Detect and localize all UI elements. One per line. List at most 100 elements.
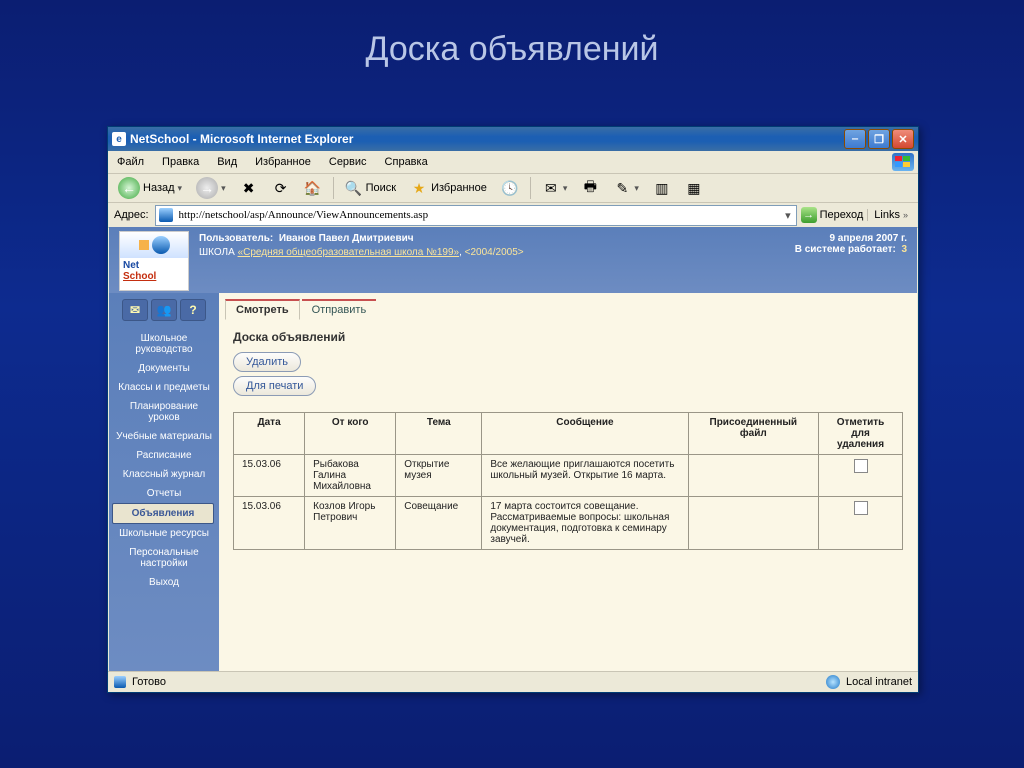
sidebar-item-7[interactable]: Отчеты [112, 484, 216, 503]
sidebar-item-11[interactable]: Выход [112, 573, 216, 592]
menu-tools[interactable]: Сервис [320, 151, 376, 173]
tab-view[interactable]: Смотреть [225, 299, 300, 320]
table-row: 15.03.06Козлов Игорь ПетровичСовещание17… [234, 497, 903, 550]
sidebar-item-0[interactable]: Школьное руководство [112, 329, 216, 359]
ie-icon: e [112, 132, 126, 146]
cell-file [688, 497, 819, 550]
favorites-button[interactable]: ★ Избранное [404, 176, 493, 200]
stop-icon: ✖ [240, 179, 258, 197]
menu-file[interactable]: Файл [108, 151, 153, 173]
menu-edit[interactable]: Правка [153, 151, 208, 173]
flag-icon: ▦ [685, 179, 703, 197]
page-icon [114, 676, 126, 688]
refresh-icon: ⟳ [272, 179, 290, 197]
sidebar-item-1[interactable]: Документы [112, 359, 216, 378]
search-label: Поиск [366, 182, 396, 194]
col-date: Дата [234, 413, 305, 455]
star-icon: ★ [410, 179, 428, 197]
home-button[interactable]: 🏠 [298, 176, 328, 200]
delete-button[interactable]: Удалить [233, 352, 301, 372]
sidebar-item-8[interactable]: Объявления [112, 503, 214, 524]
envelope-icon[interactable]: ✉ [122, 299, 148, 321]
close-button[interactable]: ✕ [892, 129, 914, 149]
menubar: Файл Правка Вид Избранное Сервис Справка [108, 151, 918, 174]
extra-button[interactable]: ▥ [647, 176, 677, 200]
cell-from: Рыбакова Галина Михайловна [305, 455, 396, 497]
print-button[interactable]: 🖶 [575, 176, 605, 200]
edit-button[interactable]: ✎▾ [607, 176, 645, 200]
page-content: NetSchool Пользователь: Иванов Павел Дми… [109, 227, 917, 672]
print-icon: 🖶 [581, 179, 599, 197]
search-button[interactable]: 🔍 Поиск [339, 176, 402, 200]
help-icon[interactable]: ? [180, 299, 206, 321]
main-panel: Смотреть Отправить Доска объявлений Удал… [219, 293, 917, 672]
page-title: Доска объявлений [233, 330, 903, 344]
go-label: Переход [820, 209, 864, 221]
cell-from: Козлов Игорь Петрович [305, 497, 396, 550]
zone-icon [826, 675, 840, 689]
sidebar-item-4[interactable]: Учебные материалы [112, 427, 216, 446]
refresh-button[interactable]: ⟳ [266, 176, 296, 200]
restore-button[interactable]: ❐ [868, 129, 890, 149]
zone-text: Local intranet [846, 676, 912, 688]
sidebar-item-6[interactable]: Классный журнал [112, 465, 216, 484]
chevron-down-icon: ▾ [221, 183, 226, 194]
address-bar: Адрес: ▾ → Переход Links » [108, 203, 918, 228]
history-button[interactable]: 🕓 [495, 176, 525, 200]
cell-message: 17 марта состоится совещание. Рассматрив… [482, 497, 688, 550]
cell-message: Все желающие приглашаются посетить школь… [482, 455, 688, 497]
menu-fav[interactable]: Избранное [246, 151, 320, 173]
chevron-right-icon: » [903, 210, 908, 220]
col-file: Присоединенный файл [688, 413, 819, 455]
tab-send[interactable]: Отправить [302, 299, 377, 320]
browser-window: e NetSchool - Microsoft Internet Explore… [107, 126, 919, 693]
forward-button[interactable]: → ▾ [190, 176, 232, 200]
box-icon: ▥ [653, 179, 671, 197]
delete-checkbox[interactable] [854, 501, 868, 515]
address-input-container: ▾ [155, 205, 797, 226]
page-header: NetSchool Пользователь: Иванов Павел Дми… [109, 227, 917, 293]
user-name: Иванов Павел Дмитриевич [279, 233, 414, 244]
menu-view[interactable]: Вид [208, 151, 246, 173]
sidebar-item-9[interactable]: Школьные ресурсы [112, 524, 216, 543]
user-label: Пользователь: [199, 233, 273, 244]
school-prefix: ШКОЛА [199, 247, 235, 258]
sidebar-item-5[interactable]: Расписание [112, 446, 216, 465]
current-date: 9 апреля 2007 г. [795, 233, 907, 244]
go-button[interactable]: → Переход [801, 207, 864, 223]
edit-icon: ✎ [613, 179, 631, 197]
extra2-button[interactable]: ▦ [679, 176, 709, 200]
cell-subject: Открытие музея [396, 455, 482, 497]
status-bar: Готово Local intranet [108, 671, 918, 692]
slide-title: Доска объявлений [0, 0, 1024, 89]
col-mark: Отметить для удаления [819, 413, 903, 455]
print-button[interactable]: Для печати [233, 376, 316, 396]
col-subject: Тема [396, 413, 482, 455]
sidebar-icon-row: ✉ 👥 ? [122, 299, 206, 321]
sidebar-item-2[interactable]: Классы и предметы [112, 378, 216, 397]
mail-button[interactable]: ✉▾ [536, 176, 574, 200]
sidebar-item-3[interactable]: Планирование уроков [112, 397, 216, 427]
school-link[interactable]: «Средняя общеобразовательная школа №199» [238, 247, 460, 258]
menu-help[interactable]: Справка [376, 151, 437, 173]
sys-users-label: В системе работает: [795, 244, 896, 255]
cell-date: 15.03.06 [234, 497, 305, 550]
chevron-down-icon[interactable]: ▾ [783, 209, 793, 222]
back-icon: ← [118, 177, 140, 199]
links-toolbar[interactable]: Links » [867, 209, 914, 221]
cell-file [688, 455, 819, 497]
address-label: Адрес: [112, 209, 151, 221]
favorites-label: Избранное [431, 182, 487, 194]
sidebar-item-10[interactable]: Персональные настройки [112, 543, 216, 573]
mail-icon: ✉ [542, 179, 560, 197]
netschool-logo: NetSchool [119, 231, 189, 291]
delete-checkbox[interactable] [854, 459, 868, 473]
stop-button[interactable]: ✖ [234, 176, 264, 200]
table-row: 15.03.06Рыбакова Галина МихайловнаОткрыт… [234, 455, 903, 497]
back-button[interactable]: ← Назад ▾ [112, 176, 188, 200]
back-label: Назад [143, 182, 175, 194]
users-icon[interactable]: 👥 [151, 299, 177, 321]
minimize-button[interactable]: ‒ [844, 129, 866, 149]
url-input[interactable] [177, 208, 780, 222]
tabs: Смотреть Отправить [225, 299, 917, 320]
